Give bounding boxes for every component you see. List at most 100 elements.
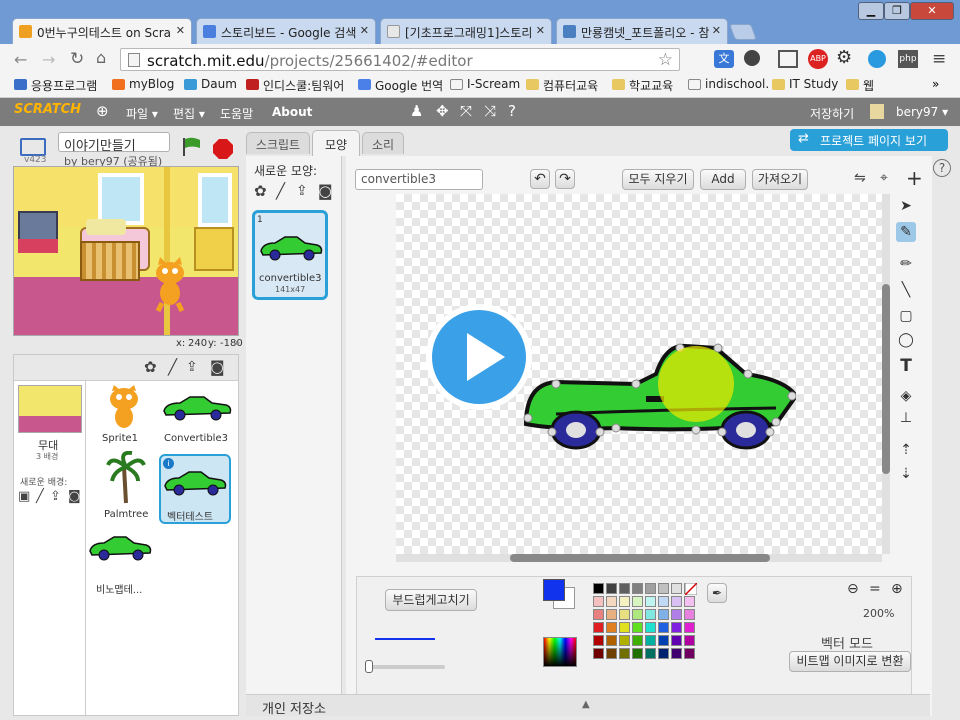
backdrop-camera-icon[interactable]: ◙	[68, 489, 81, 504]
palette-swatch[interactable]	[593, 622, 604, 633]
project-title-input[interactable]: 이야기만들기	[58, 132, 170, 154]
forward-layer-icon[interactable]: ⇡	[896, 440, 916, 460]
close-tab-icon[interactable]: ✕	[360, 24, 369, 37]
fullscreen-icon[interactable]	[20, 138, 46, 156]
palette-swatch[interactable]	[593, 635, 604, 646]
vertical-scrollbar[interactable]	[882, 194, 890, 554]
more-bookmarks[interactable]: »	[932, 77, 939, 91]
bookmark-folder[interactable]: 학교교육	[612, 77, 673, 94]
horizontal-scroll-thumb[interactable]	[510, 554, 770, 562]
tab-scripts[interactable]: 스크립트	[246, 132, 310, 154]
sprite-item[interactable]: 비노맵테...	[88, 533, 154, 596]
palette-swatch[interactable]	[645, 622, 656, 633]
palette-swatch[interactable]	[645, 596, 656, 607]
drawing-canvas[interactable]	[396, 194, 882, 554]
browser-tab-0[interactable]: 0번누구의테스트 on Scra ✕	[12, 18, 192, 44]
set-center-icon[interactable]: ⌖	[880, 170, 888, 186]
redo-button[interactable]: ↷	[555, 169, 575, 189]
palette-swatch[interactable]	[606, 583, 617, 594]
backdrop-upload-icon[interactable]: ⇪	[50, 489, 61, 504]
palette-swatch[interactable]	[645, 648, 656, 659]
scratch-logo[interactable]: SCRATCH	[14, 102, 81, 117]
paint-brush-icon[interactable]: ✿	[144, 358, 157, 376]
backdrop-paint-icon[interactable]: ╱	[36, 489, 44, 504]
flip-horizontal-icon[interactable]: ⇋	[854, 170, 866, 186]
horizontal-scrollbar[interactable]	[396, 554, 882, 562]
shrink-icon[interactable]: ⤨	[484, 102, 496, 120]
stamp-tool-icon[interactable]: ⊥	[896, 408, 916, 428]
palette-swatch[interactable]	[671, 609, 682, 620]
delete-icon[interactable]: ✥	[436, 102, 449, 120]
palette-swatch[interactable]	[684, 596, 695, 607]
menu-edit[interactable]: 편집 ▾	[173, 105, 205, 122]
palette-swatch[interactable]	[593, 609, 604, 620]
primary-color-swatch[interactable]	[543, 579, 565, 601]
reshape-tool-icon[interactable]: ✎	[896, 222, 916, 242]
minimize-button[interactable]: ▁	[858, 2, 884, 20]
address-bar[interactable]: scratch.mit.edu/projects/25661402/#edito…	[120, 48, 680, 71]
bookmark-folder[interactable]: IT Study	[772, 77, 838, 91]
back-layer-icon[interactable]: ⇣	[896, 464, 916, 484]
stage[interactable]	[13, 166, 239, 336]
vertical-scroll-thumb[interactable]	[882, 284, 890, 474]
eyedropper-icon[interactable]: ✒	[707, 583, 727, 603]
costume-name-input[interactable]: convertible3	[355, 169, 483, 190]
php-icon[interactable]: php	[898, 50, 918, 68]
translate-icon[interactable]: 文	[714, 50, 734, 68]
bookmark-item[interactable]: Google 번역	[358, 77, 443, 94]
bookmark-item[interactable]: myBlog	[112, 77, 174, 91]
palette-swatch[interactable]	[645, 583, 656, 594]
rectangle-tool-icon[interactable]: ▢	[896, 306, 916, 326]
help-tool-icon[interactable]: ?	[508, 102, 516, 120]
tab-costumes[interactable]: 모양	[312, 130, 360, 156]
bookmark-item[interactable]: Daum	[184, 77, 237, 91]
browser-tab-2[interactable]: [기초프로그래밍1]스토리 ✕	[380, 18, 552, 44]
zoom-in-icon[interactable]: ⊕	[891, 581, 903, 597]
palette-swatch[interactable]	[619, 635, 630, 646]
palette-swatch[interactable]	[632, 622, 643, 633]
pencil-tool-icon[interactable]: ✏	[896, 254, 916, 274]
palette-swatch[interactable]	[593, 583, 604, 594]
stage-thumbnail[interactable]	[18, 385, 82, 433]
smooth-button[interactable]: 부드럽게고치기	[385, 589, 477, 611]
palette-swatch[interactable]	[658, 609, 669, 620]
grow-icon[interactable]: ⤧	[460, 102, 472, 120]
reload-icon[interactable]: ↻	[70, 49, 84, 69]
backpack-bar[interactable]: 개인 저장소 ▲	[246, 694, 930, 717]
paint-brush-icon[interactable]: ✿	[254, 182, 267, 200]
camera-icon[interactable]: ◙	[210, 358, 225, 376]
palette-swatch[interactable]	[671, 596, 682, 607]
palette-swatch[interactable]	[619, 596, 630, 607]
palette-swatch[interactable]	[593, 596, 604, 607]
palette-swatch[interactable]	[684, 622, 695, 633]
adblock-icon[interactable]: ABP	[808, 49, 828, 69]
menu-icon[interactable]: ≡	[932, 49, 946, 69]
menu-file[interactable]: 파일 ▾	[126, 105, 158, 122]
bookmark-item[interactable]: 인디스쿨:팀워어	[246, 77, 344, 94]
project-page-button[interactable]: ⇄ 프로젝트 페이지 보기	[790, 129, 948, 151]
palette-swatch[interactable]	[671, 635, 682, 646]
backdrop-library-icon[interactable]: ▣	[18, 489, 30, 504]
palette-swatch[interactable]	[619, 622, 630, 633]
help-button[interactable]: ?	[933, 159, 951, 177]
camera-icon[interactable]: ◙	[318, 182, 333, 200]
screenshot-icon[interactable]	[778, 50, 798, 68]
sprite-item-selected[interactable]: i 벡터테스트	[159, 454, 231, 524]
car-vector-drawing[interactable]	[496, 314, 796, 464]
palette-swatch[interactable]	[593, 648, 604, 659]
fill-tool-icon[interactable]: ◈	[896, 386, 916, 406]
line-tool-icon[interactable]: ╲	[896, 280, 916, 300]
sprite-item[interactable]: Sprite1	[98, 385, 154, 444]
menu-about[interactable]: About	[272, 105, 312, 119]
palette-swatch[interactable]	[671, 648, 682, 659]
extension-icon[interactable]	[744, 50, 760, 66]
palette-swatch[interactable]	[658, 635, 669, 646]
palette-swatch[interactable]	[606, 596, 617, 607]
palette-swatch[interactable]	[619, 648, 630, 659]
bookmark-folder[interactable]: 컴퓨터교육	[526, 77, 598, 94]
palette-swatch[interactable]	[606, 635, 617, 646]
pencil-icon[interactable]: ╱	[168, 358, 177, 376]
palette-swatch[interactable]	[632, 635, 643, 646]
palette-swatch[interactable]	[645, 635, 656, 646]
green-flag-icon[interactable]	[180, 136, 204, 158]
